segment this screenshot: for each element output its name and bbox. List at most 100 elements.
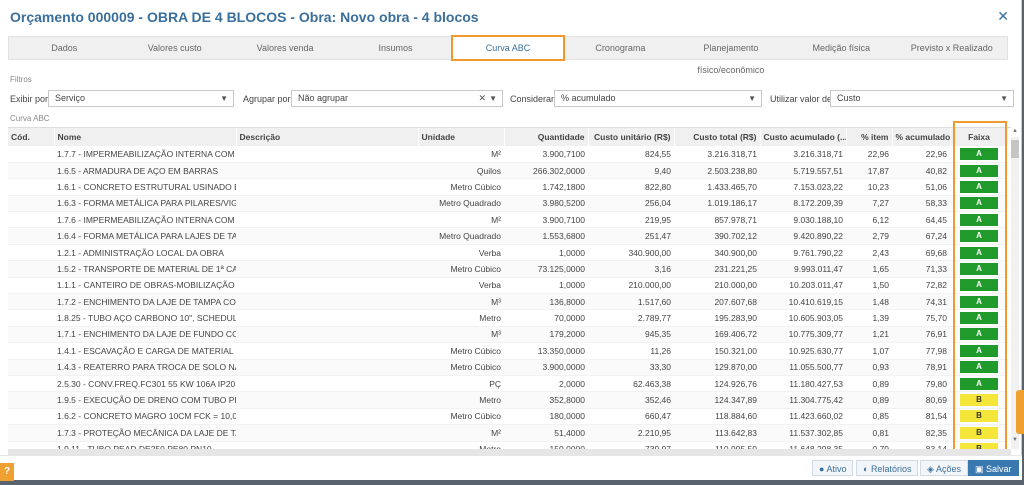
acoes-label: Ações: [935, 464, 961, 474]
table-row[interactable]: 1.7.2 - ENCHIMENTO DA LAJE DE TAMPA COM …: [8, 293, 1008, 311]
close-icon[interactable]: ✕: [997, 8, 1009, 25]
tab-planejamento-f-sico-econ-mico[interactable]: Planejamento físico/econômico: [676, 37, 786, 75]
table-cell: 2,79: [846, 227, 892, 245]
tab-valores-custo[interactable]: Valores custo: [119, 37, 229, 59]
table-row[interactable]: 1.7.1 - ENCHIMENTO DA LAJE DE FUNDO COM.…: [8, 326, 1008, 344]
table-row[interactable]: 1.7.3 - PROTEÇÃO MECÂNICA DA LAJE DE TAM…: [8, 424, 1008, 442]
column-header[interactable]: Faixa: [950, 128, 1009, 146]
column-header[interactable]: % item: [846, 128, 893, 146]
table-cell: 64,45: [892, 211, 950, 229]
table-cell: A: [950, 211, 1008, 229]
table-cell: 1.4.3 - REATERRO PARA TROCA DE SOLO NA B…: [54, 359, 236, 376]
table-cell: 340.900,00: [674, 244, 760, 262]
column-header[interactable]: Nome: [54, 128, 237, 146]
tab-curva-abc[interactable]: Curva ABC: [450, 35, 566, 61]
table-row[interactable]: 1.6.1 - CONCRETO ESTRUTURAL USINADO BO..…: [8, 178, 1008, 196]
table-row[interactable]: 1.6.2 - CONCRETO MAGRO 10CM FCK = 10,0 M…: [8, 408, 1008, 426]
table-cell: 7,27: [846, 195, 892, 213]
column-header[interactable]: Custo total (R$): [674, 128, 761, 146]
help-icon[interactable]: ?: [0, 463, 14, 481]
table-row[interactable]: 1.6.4 - FORMA METÁLICA PARA LAJES DE TAM…: [8, 227, 1008, 245]
faixa-badge: A: [960, 164, 998, 177]
faixa-badge: A: [960, 361, 998, 374]
column-header[interactable]: % acumulado: [892, 128, 951, 146]
column-header[interactable]: Descrição: [236, 128, 419, 146]
scrollbar-thumb[interactable]: [1011, 140, 1019, 158]
table-cell: 11.423.660,02: [760, 408, 846, 426]
scroll-down-icon[interactable]: ▼: [1011, 437, 1019, 445]
table-row[interactable]: 1.7.7 - IMPERMEABILIZAÇÃO INTERNA COM I.…: [8, 146, 1008, 163]
table-cell: Metro Quadrado: [418, 195, 504, 213]
table-cell: A: [950, 326, 1008, 344]
table-cell: 739,97: [588, 441, 674, 449]
table-cell: [8, 342, 54, 360]
agrupar-por-select[interactable]: Não agrupar ✕ ▼: [291, 90, 503, 107]
tab-cronograma[interactable]: Cronograma: [565, 37, 675, 59]
clear-icon[interactable]: ✕: [478, 91, 486, 106]
table-row[interactable]: 1.4.3 - REATERRO PARA TROCA DE SOLO NA B…: [8, 359, 1008, 376]
table-cell: 9.993.011,47: [760, 260, 846, 278]
table-cell: 1.6.1 - CONCRETO ESTRUTURAL USINADO BO..…: [54, 178, 236, 196]
table-cell: [8, 211, 54, 229]
table-cell: 1.1.1 - CANTEIRO DE OBRAS-MOBILIZAÇÃO E …: [54, 277, 236, 295]
side-panel-tab[interactable]: [1016, 390, 1024, 434]
salvar-button[interactable]: ▣ Salvar: [968, 460, 1019, 476]
report-icon: ◐: [863, 464, 871, 474]
faixa-badge: A: [960, 344, 998, 357]
table-cell: 3,16: [588, 260, 674, 278]
table-cell: 58,33: [892, 195, 950, 213]
curva-abc-table-container: Cód. Nome Descrição Unidade Quantidade Custo …: [8, 127, 1011, 449]
table-cell: [236, 146, 418, 163]
table-row[interactable]: 1.2.1 - ADMINISTRAÇÃO LOCAL DA OBRA Verba…: [8, 244, 1008, 262]
table-cell: 150,0000: [504, 441, 588, 449]
table-cell: A: [950, 146, 1008, 163]
table-row[interactable]: 1.6.5 - ARMADURA DE AÇO EM BARRAS Quilos 2…: [8, 162, 1008, 180]
considerar-select[interactable]: % acumulado ▼: [554, 90, 762, 107]
table-cell: PÇ: [418, 375, 504, 393]
tab-dados[interactable]: Dados: [9, 37, 119, 59]
tab-insumos[interactable]: Insumos: [340, 37, 450, 59]
scroll-up-icon[interactable]: ▲: [1011, 128, 1019, 136]
table-row[interactable]: 1.7.6 - IMPERMEABILIZAÇÃO INTERNA COM I.…: [8, 211, 1008, 229]
table-cell: 1.517,60: [588, 293, 674, 311]
table-cell: 207.607,68: [674, 293, 760, 311]
table-row[interactable]: 1.9.5 - EXECUÇÃO DE DRENO COM TUBO PEA..…: [8, 391, 1008, 409]
table-row[interactable]: 1.4.1 - ESCAVAÇÃO E CARGA DE MATERIAL DE…: [8, 342, 1008, 360]
table-row[interactable]: 1.6.3 - FORMA METÁLICA PARA PILARES/VIGA…: [8, 195, 1008, 213]
exibir-por-label: Exibir por: [10, 94, 49, 104]
tab-previsto-x-realizado[interactable]: Previsto x Realizado: [897, 37, 1007, 59]
column-header[interactable]: Quantidade: [504, 128, 589, 146]
ativo-button[interactable]: ● Ativo: [812, 460, 854, 476]
table-row[interactable]: 1.1.1 - CANTEIRO DE OBRAS-MOBILIZAÇÃO E …: [8, 277, 1008, 295]
utilizar-valor-select[interactable]: Custo ▼: [830, 90, 1014, 107]
table-cell: [8, 178, 54, 196]
table-cell: 10.925.630,77: [760, 342, 846, 360]
tab-valores-venda[interactable]: Valores venda: [230, 37, 340, 59]
column-header[interactable]: Custo unitário (R$): [588, 128, 675, 146]
table-header-row: Cód. Nome Descrição Unidade Quantidade Custo …: [8, 128, 1009, 146]
table-cell: [236, 227, 418, 245]
ativo-label: Ativo: [826, 464, 847, 474]
column-header[interactable]: Cód.: [8, 128, 55, 146]
table-cell: 10.605.903,05: [760, 309, 846, 327]
table-cell: 67,24: [892, 227, 950, 245]
table-cell: [236, 309, 418, 327]
chevron-down-icon: ▼: [220, 94, 228, 103]
acoes-button[interactable]: ◈ Ações: [920, 460, 968, 476]
exibir-por-select[interactable]: Serviço ▼: [48, 90, 234, 107]
table-row[interactable]: 2.5.30 - CONV.FREQ.FC301 55 KW 106A IP20…: [8, 375, 1008, 393]
table-cell: A: [950, 195, 1008, 213]
column-header[interactable]: Unidade: [418, 128, 505, 146]
table-row[interactable]: 1.5.2 - TRANSPORTE DE MATERIAL DE 1ª CAT…: [8, 260, 1008, 278]
salvar-label: Salvar: [986, 464, 1012, 474]
table-cell: 11,26: [588, 342, 674, 360]
table-cell: M³: [418, 326, 504, 344]
table-row[interactable]: 1.8.25 - TUBO AÇO CARBONO 10", SCHEDULE …: [8, 309, 1008, 327]
tab-medi-o-f-sica[interactable]: Medição física: [786, 37, 896, 59]
table-row[interactable]: 1.9.11 - TUBO PEAD DE250 PE80 PN10Metro1…: [8, 441, 1008, 449]
column-header[interactable]: Custo acumulado (...: [760, 128, 847, 146]
filters-row: Exibir por Serviço ▼ Agrupar por Não agr…: [0, 90, 1020, 108]
table-cell: 3.216.318,71: [674, 146, 760, 163]
faixa-badge: A: [960, 197, 998, 210]
relatorios-button[interactable]: ◐ Relatórios: [856, 460, 919, 476]
